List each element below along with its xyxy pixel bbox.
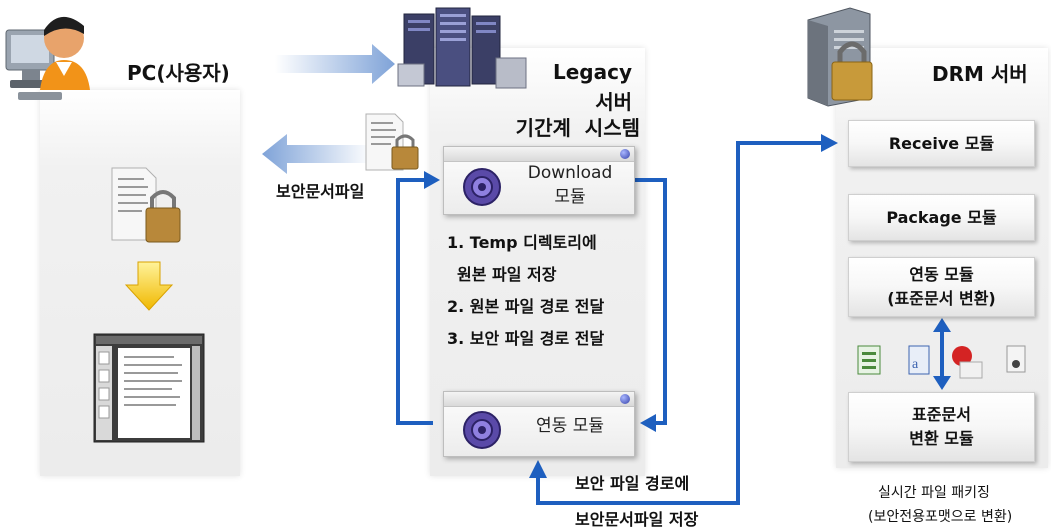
package-module-label: Package 모듈	[886, 207, 997, 227]
receive-module-label: Receive 모듈	[888, 133, 995, 153]
down-arrow	[124, 261, 174, 311]
process-steps: 1. Temp 디렉토리에 원본 파일 저장 2. 원본 파일 경로 전달 3.…	[447, 232, 604, 360]
bottom-label-1: 보안 파일 경로에	[575, 474, 690, 493]
download-module-label-1: Download	[527, 163, 613, 183]
convert-module-label-1: 표준문서	[912, 405, 971, 424]
legacy-title-line2: 서버	[595, 90, 632, 114]
window-button-icon	[620, 394, 630, 404]
step-1: 1. Temp 디렉토리에	[447, 233, 597, 252]
gear-icon	[463, 411, 501, 449]
download-module-label-2: 모듈	[554, 187, 586, 207]
drm-sync-module: 연동 모듈 (표준문서 변환)	[848, 257, 1035, 317]
step-3: 3. 보안 파일 경로 전달	[447, 329, 605, 348]
legacy-title-line3: 기간계 시스템	[515, 116, 640, 140]
receive-module: Receive 모듈	[848, 120, 1035, 167]
step-1-cont: 원본 파일 저장	[457, 265, 557, 284]
pc-panel-title: PC(사용자)	[127, 61, 230, 85]
response-arrow	[262, 134, 372, 174]
drm-sync-module-label-1: 연동 모듈	[909, 265, 974, 284]
step-2: 2. 원본 파일 경로 전달	[447, 297, 605, 316]
secure-file-label: 보안문서파일	[276, 182, 365, 201]
request-arrow	[275, 44, 395, 84]
drm-sync-module-label-2: (표준문서 변환)	[887, 289, 996, 308]
drm-caption-2: (보안전용포맷으로 변환)	[868, 509, 1013, 525]
package-module: Package 모듈	[848, 194, 1035, 241]
download-module: Download 모듈	[443, 146, 635, 215]
legacy-title-line1: Legacy	[552, 60, 632, 84]
convert-module: 표준문서 변환 모듈	[848, 392, 1035, 462]
drm-panel-title: DRM 서버	[932, 62, 1028, 86]
gear-icon	[463, 168, 501, 206]
legacy-sync-module: 연동 모듈	[443, 391, 635, 457]
drm-caption-1: 실시간 파일 패키징	[878, 485, 990, 501]
window-button-icon	[620, 149, 630, 159]
bottom-label-2: 보안문서파일 저장	[575, 510, 699, 529]
convert-module-label-2: 변환 모듈	[909, 429, 974, 448]
legacy-sync-module-label: 연동 모듈	[536, 416, 604, 436]
